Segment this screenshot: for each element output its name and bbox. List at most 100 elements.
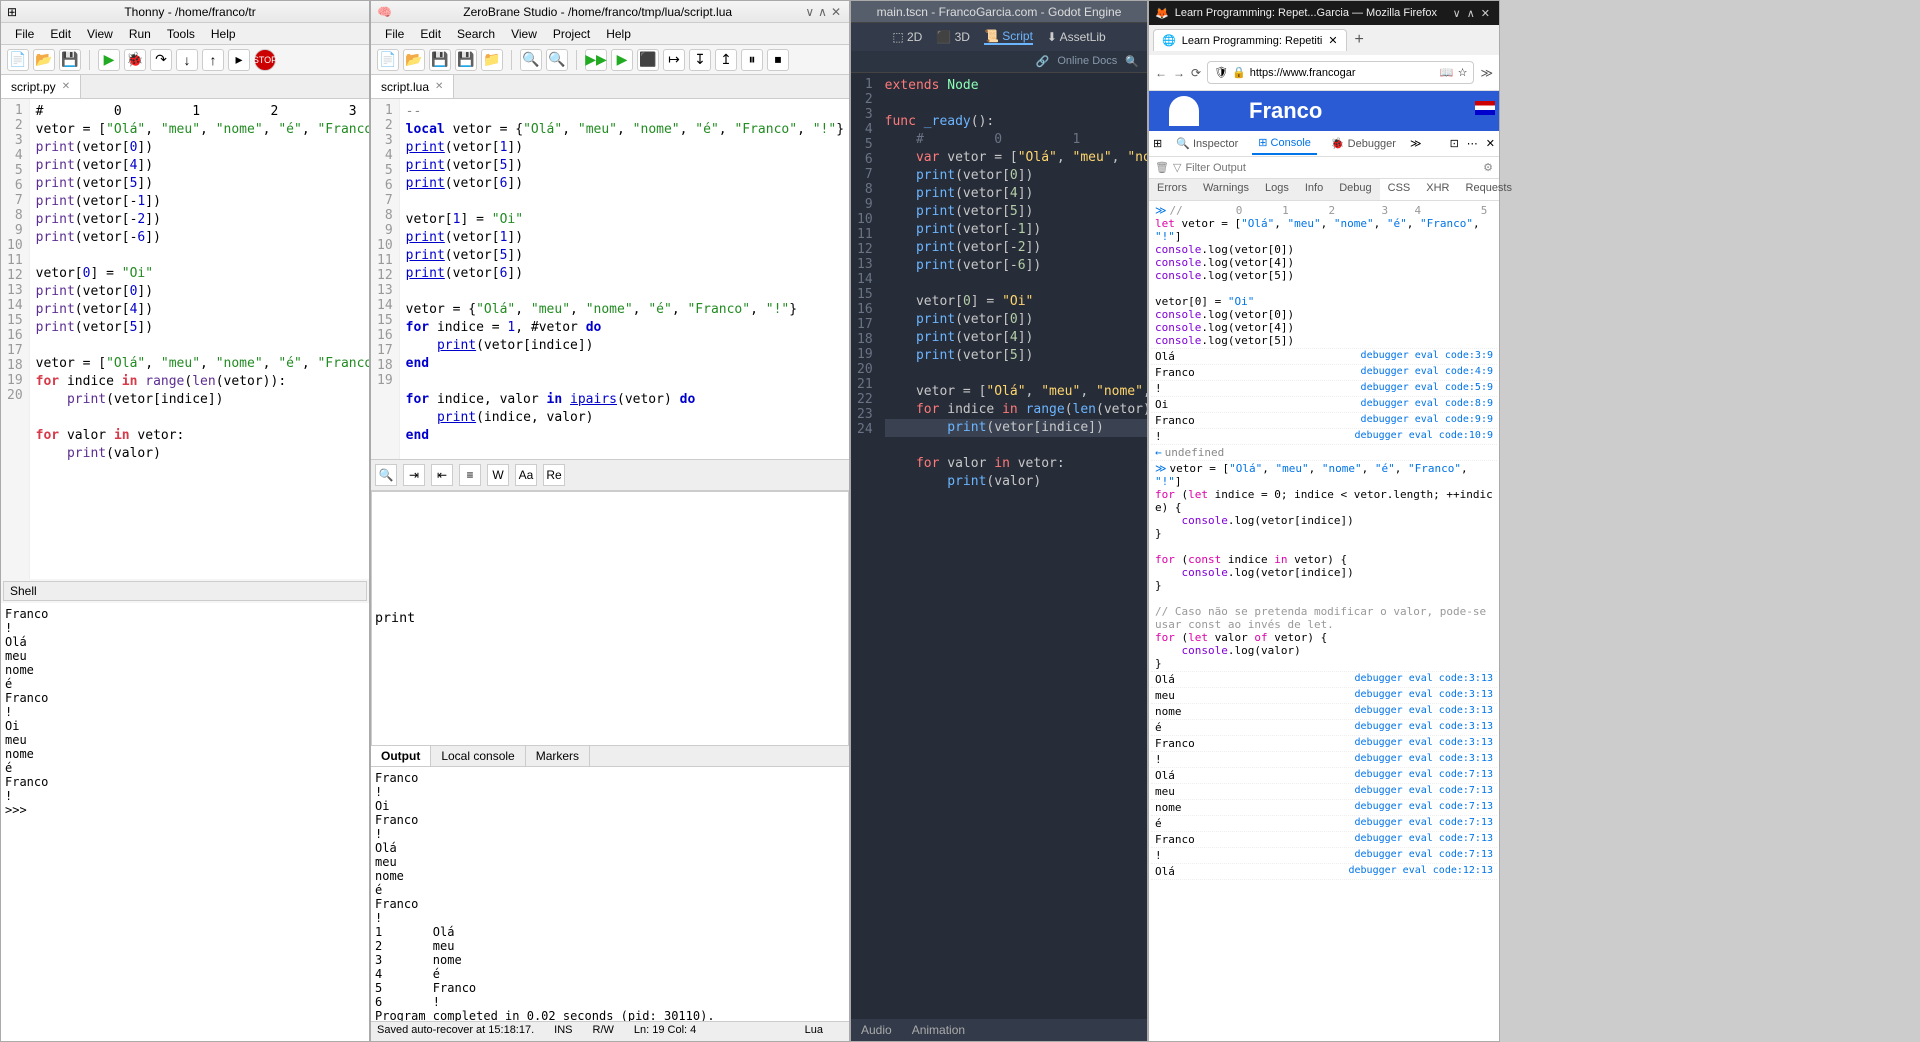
new-icon[interactable]: 📄 [377,49,399,71]
saveall-icon[interactable]: 💾 [455,49,477,71]
godot-titlebar[interactable]: main.tscn - FrancoGarcia.com - Godot Eng… [851,1,1147,23]
menu-edit[interactable]: Edit [412,25,449,42]
open-icon[interactable]: 📂 [403,49,425,71]
stop-icon[interactable]: ⏹ [767,49,789,71]
overflow-icon[interactable]: ≫ [1480,66,1493,80]
thonny-shell[interactable]: Franco!OlámeunomeéFranco!OimeunomeéFranc… [1,603,369,1041]
search-icon[interactable]: 🔍 [375,464,397,486]
open-file-icon[interactable]: 📂 [33,49,55,71]
code-area[interactable]: extends Nodefunc _ready(): # 0 1 2 3 var… [879,73,1147,1019]
zb-titlebar[interactable]: 🧠 ZeroBrane Studio - /home/franco/tmp/lu… [371,1,849,23]
project-icon[interactable]: 📁 [481,49,503,71]
filter-warnings[interactable]: Warnings [1195,179,1257,200]
output-tab-local-console[interactable]: Local console [431,746,525,766]
code-area[interactable]: --local vetor = {"Olá", "meu", "nome", "… [400,99,849,459]
more-tabs-icon[interactable]: ≫ [1410,137,1422,150]
godot-tab-2d[interactable]: ⬚ 2D [892,30,922,44]
minimize-icon[interactable]: ∨ [1453,7,1461,20]
menu-search[interactable]: Search [449,25,503,42]
thonny-editor[interactable]: 1234567891011121314151617181920 # 0 1 2 … [1,99,369,579]
close-icon[interactable]: ✕ [435,81,443,92]
replace-icon[interactable]: 🔍 [546,49,568,71]
menu-help[interactable]: Help [203,25,244,42]
save-file-icon[interactable]: 💾 [59,49,81,71]
godot-tab-script[interactable]: 📜 Script [984,29,1033,45]
maximize-icon[interactable]: ∧ [818,5,827,19]
godot-editor[interactable]: 123456789101112131415161718192021222324 … [851,73,1147,1019]
reload-icon[interactable]: ⟳ [1191,66,1201,80]
filter-requests[interactable]: Requests [1458,179,1520,200]
stop-icon[interactable]: STOP [254,49,276,71]
step-into-icon[interactable]: ↓ [176,49,198,71]
trash-icon[interactable]: 🗑 [1155,161,1169,174]
find-icon[interactable]: 🔍 [520,49,542,71]
debug-icon[interactable]: 🐞 [124,49,146,71]
menu-edit[interactable]: Edit [42,25,79,42]
dots-icon[interactable]: ⋯ [1467,137,1478,150]
ff-titlebar[interactable]: 🦊 Learn Programming: Repet...Garcia — Mo… [1149,1,1499,25]
file-tab[interactable]: script.lua ✕ [371,75,454,98]
new-tab-icon[interactable]: + [1355,31,1364,49]
maximize-icon[interactable]: ∧ [1467,7,1475,20]
debugger-tab[interactable]: 🐞 Debugger [1325,133,1402,154]
filter-debug[interactable]: Debug [1331,179,1379,200]
godot-tab-3d[interactable]: ⬛ 3D [936,30,970,44]
save-icon[interactable]: 💾 [429,49,451,71]
resume-icon[interactable]: ▸ [228,49,250,71]
back-icon[interactable]: ← [1155,66,1167,80]
thonny-titlebar[interactable]: ⊞ Thonny - /home/franco/tr [1,1,369,23]
forward-icon[interactable]: → [1173,66,1185,80]
run-icon[interactable]: ▶▶ [585,49,607,71]
zb-editor[interactable]: 12345678910111213141516171819 --local ve… [371,99,849,459]
godot-bottom-animation[interactable]: Animation [912,1023,965,1037]
outdent-icon[interactable]: ⇤ [431,464,453,486]
godot-tab-assetlib[interactable]: ⬇ AssetLib [1047,30,1106,44]
new-file-icon[interactable]: 📄 [7,49,29,71]
console-tab[interactable]: ⊞ Console [1252,132,1317,155]
minimize-icon[interactable]: ∨ [805,5,814,19]
run-icon[interactable]: ▶ [98,49,120,71]
close-icon[interactable]: ✕ [1328,34,1337,47]
close-icon[interactable]: ✕ [1481,7,1490,20]
filter-info[interactable]: Info [1297,179,1331,200]
word-toggle[interactable]: W [487,464,509,486]
step-in-icon[interactable]: ↧ [689,49,711,71]
filter-input[interactable] [1185,162,1479,174]
reader-icon[interactable]: 📖 [1440,66,1454,79]
filter-xhr[interactable]: XHR [1418,179,1457,200]
file-tab[interactable]: script.py ✕ [1,75,81,98]
menu-view[interactable]: View [503,25,545,42]
list-icon[interactable]: ≡ [459,464,481,486]
flag-icon[interactable] [1475,101,1495,115]
close-icon[interactable]: ✕ [62,81,70,92]
menu-file[interactable]: File [377,25,412,42]
close-devtools-icon[interactable]: ✕ [1486,137,1495,150]
code-area[interactable]: # 0 1 2 3 4vetor = ["Olá", "meu", "nome"… [30,99,369,579]
filter-css[interactable]: CSS [1380,179,1419,200]
pause-icon[interactable]: ⏸ [741,49,763,71]
case-toggle[interactable]: Aa [515,464,537,486]
step-out-icon[interactable]: ↑ [202,49,224,71]
menu-help[interactable]: Help [598,25,639,42]
step-out-icon[interactable]: ↥ [715,49,737,71]
panel-icon[interactable]: ⊞ [1153,137,1162,150]
filter-errors[interactable]: Errors [1149,179,1195,200]
menu-project[interactable]: Project [545,25,598,42]
output-tab-output[interactable]: Output [371,746,431,766]
menu-run[interactable]: Run [121,25,159,42]
filter-logs[interactable]: Logs [1257,179,1297,200]
step-over-icon[interactable]: ↷ [150,49,172,71]
close-icon[interactable]: ✕ [831,5,841,19]
inspector-tab[interactable]: 🔍 Inspector [1170,133,1244,154]
url-input[interactable]: 🛡 🔒 https://www.francogar 📖 ☆ [1207,61,1474,84]
output-tab-markers[interactable]: Markers [526,746,590,766]
menu-view[interactable]: View [79,25,121,42]
godot-bottom-audio[interactable]: Audio [861,1023,892,1037]
settings-icon[interactable]: ⚙ [1483,161,1493,174]
bookmark-icon[interactable]: ☆ [1458,66,1468,79]
step-icon[interactable]: ↦ [663,49,685,71]
dock-icon[interactable]: ⊡ [1450,137,1459,150]
search-input[interactable] [371,491,849,746]
debug-run-icon[interactable]: ▶ [611,49,633,71]
menu-file[interactable]: File [7,25,42,42]
